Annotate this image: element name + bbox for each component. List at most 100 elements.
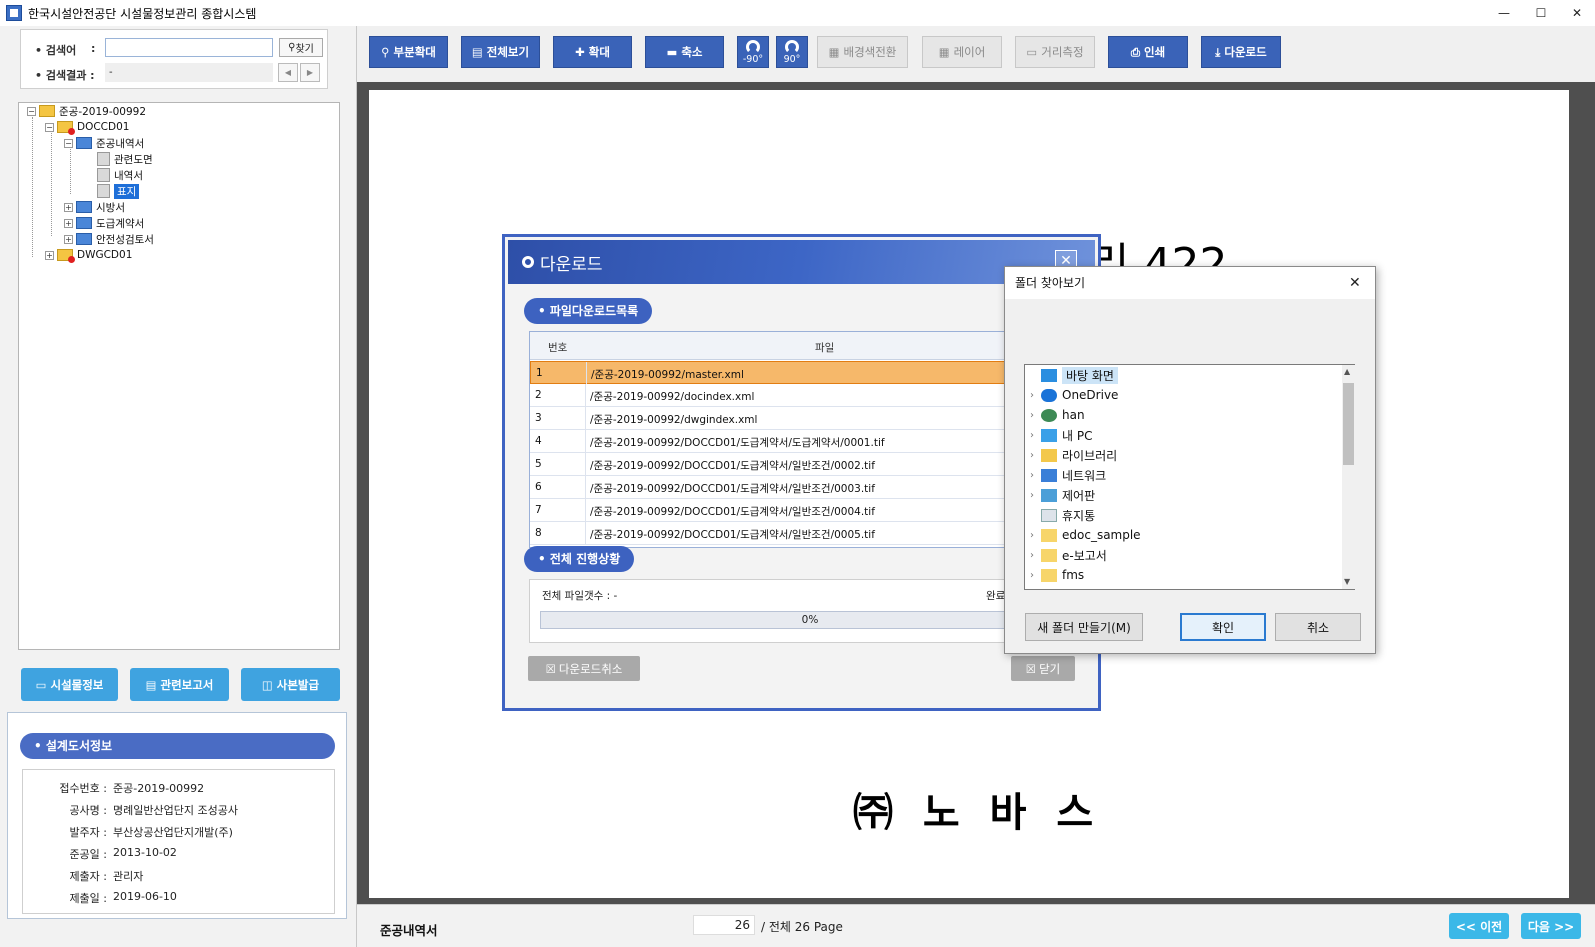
row-number: 6 (535, 481, 542, 493)
folder-item-han[interactable]: › han (1025, 405, 1335, 425)
info-value: 2019-06-10 (113, 890, 177, 903)
tree-node-safety[interactable]: + 안전성검토서 (64, 231, 154, 247)
column-header-file: 파일 (815, 342, 835, 354)
folder-item-fms[interactable]: › fms (1025, 565, 1335, 585)
document-company-text: ㈜ 노 바 스 (853, 790, 1102, 836)
chevron-right-icon: › (1030, 489, 1034, 501)
window-title: 한국시설안전공단 시설물정보관리 종합시스템 (28, 6, 257, 21)
download-dialog-title: 다운로드 (540, 254, 603, 275)
tree-node-label: 준공-2019-00992 (59, 105, 147, 118)
facility-info-button[interactable]: ▭ 시설물정보 (21, 668, 118, 701)
folder-item-library[interactable]: › 라이브러리 (1025, 445, 1335, 465)
minus-icon: ▬ (666, 45, 678, 59)
tree-node-dwgcd01[interactable]: + DWGCD01 (45, 247, 132, 263)
scroll-down-icon[interactable]: ▼ (1344, 577, 1350, 586)
folder-item-desktop[interactable]: 바탕 화면 (1025, 365, 1335, 385)
folder-item-label: han (1062, 408, 1085, 422)
scroll-thumb[interactable] (1343, 383, 1354, 465)
folder-item-ereport[interactable]: › e-보고서 (1025, 545, 1335, 565)
zoom-in-label: 확대 (588, 45, 610, 59)
measure-button[interactable]: ▭ 거리측정 (1015, 36, 1095, 68)
rotate-left-icon (746, 39, 760, 54)
folder-dialog-close-button[interactable]: ✕ (1349, 275, 1361, 291)
chevron-right-icon: › (1030, 529, 1034, 541)
chevron-right-icon: › (1030, 409, 1034, 421)
folder-tree-scrollbar[interactable]: ▲ ▼ (1342, 365, 1355, 589)
tree-node-doccd01[interactable]: − DOCCD01 (45, 119, 129, 135)
chevron-right-icon: › (1030, 569, 1034, 581)
next-result-button[interactable]: ▶ (300, 63, 320, 82)
cancel-button[interactable]: 취소 (1275, 613, 1361, 641)
tree-node-label: 관련도면 (114, 153, 153, 166)
folder-icon (76, 137, 92, 149)
tree-node-junggong[interactable]: − 준공내역서 (64, 135, 144, 151)
control-panel-icon (1041, 488, 1057, 502)
download-button[interactable]: ⤓ 다운로드 (1201, 36, 1281, 68)
close-window-button[interactable]: ✕ (1562, 0, 1592, 26)
page-number-input[interactable]: 26 (693, 915, 755, 935)
folder-item-label: OneDrive (1062, 388, 1119, 402)
zoom-out-button[interactable]: ▬ 축소 (645, 36, 724, 68)
search-button[interactable]: ⚲ 찾기 (279, 38, 323, 57)
folder-item-recycle-bin[interactable]: 휴지통 (1025, 505, 1335, 525)
tree-node-related-drawing[interactable]: 관련도면 (97, 151, 153, 167)
folder-item-mypc[interactable]: › 내 PC (1025, 425, 1335, 445)
collapse-icon[interactable]: − (27, 106, 36, 116)
collapse-icon[interactable]: − (64, 138, 73, 148)
page-icon: ▤ (471, 45, 483, 59)
monitor-icon: ▭ (35, 677, 47, 692)
expand-icon[interactable]: + (64, 234, 73, 244)
cancel-download-button[interactable]: ☒ 다운로드취소 (528, 656, 640, 681)
info-label: 발주자 : (69, 826, 107, 839)
partial-zoom-button[interactable]: ⚲ 부분확대 (369, 36, 448, 68)
layer-button[interactable]: ▦ 레이어 (922, 36, 1002, 68)
tree-node-root[interactable]: − 준공-2019-00992 (27, 103, 146, 119)
info-value: 명례일반산업단지 조성공사 (113, 804, 238, 817)
next-page-button[interactable]: 다음 >> (1521, 913, 1581, 939)
tree-connector (51, 133, 52, 236)
tree-node-cover[interactable]: 표지 (97, 183, 140, 199)
folder-item-onedrive[interactable]: › OneDrive (1025, 385, 1335, 405)
folder-item-label: 내 PC (1062, 428, 1093, 443)
folder-item-edoc-sample[interactable]: › edoc_sample (1025, 525, 1335, 545)
expand-icon[interactable]: + (64, 202, 73, 212)
facility-info-label: 시설물정보 (50, 677, 104, 692)
row-number: 3 (535, 412, 542, 424)
column-header-no: 번호 (548, 342, 568, 354)
expand-icon[interactable]: + (45, 250, 54, 260)
cell-separator (585, 476, 586, 498)
related-report-button[interactable]: ▤ 관련보고서 (130, 668, 229, 701)
design-info-panel: • 설계도서정보 접수번호 : 준공-2019-00992 공사명 : 명례일반… (7, 712, 347, 919)
tree-node-spec[interactable]: + 시방서 (64, 199, 125, 215)
collapse-icon[interactable]: − (45, 122, 54, 132)
info-value: 부산상공산업단지개발(주) (113, 826, 233, 839)
related-report-label: 관련보고서 (160, 677, 214, 692)
copy-issue-button[interactable]: ◫ 사본발급 (241, 668, 340, 701)
print-button[interactable]: ⎙ 인쇄 (1108, 36, 1188, 68)
status-bar: 준공내역서 26 / 전체 26 Page << 이전 다음 >> (357, 904, 1595, 947)
zoom-in-button[interactable]: ✚ 확대 (553, 36, 632, 68)
rotate-left-button[interactable]: -90° (737, 36, 769, 68)
full-view-button[interactable]: ▤ 전체보기 (461, 36, 540, 68)
rotate-right-button[interactable]: 90° (776, 36, 808, 68)
maximize-button[interactable]: ☐ (1526, 0, 1556, 26)
folder-item-control-panel[interactable]: › 제어판 (1025, 485, 1335, 505)
tree-node-statement[interactable]: 내역서 (97, 167, 143, 183)
prev-result-button[interactable]: ◀ (278, 63, 298, 82)
cell-separator (585, 522, 586, 544)
scroll-up-icon[interactable]: ▲ (1344, 367, 1350, 376)
search-button-label: 찾기 (295, 44, 314, 55)
minimize-button[interactable]: — (1489, 0, 1519, 26)
folder-icon (76, 201, 92, 213)
download-close-button[interactable]: ☒ 닫기 (1011, 656, 1075, 681)
tree-node-contract[interactable]: + 도급계약서 (64, 215, 144, 231)
search-input[interactable] (105, 38, 273, 57)
folder-open-icon (39, 105, 55, 117)
bg-color-button[interactable]: ▦ 배경색전환 (817, 36, 908, 68)
expand-icon[interactable]: + (64, 218, 73, 228)
folder-icon (76, 217, 92, 229)
prev-page-button[interactable]: << 이전 (1449, 913, 1509, 939)
new-folder-button[interactable]: 새 폴더 만들기(M) (1025, 613, 1143, 641)
ok-button[interactable]: 확인 (1180, 613, 1266, 641)
folder-item-network[interactable]: › 네트워크 (1025, 465, 1335, 485)
